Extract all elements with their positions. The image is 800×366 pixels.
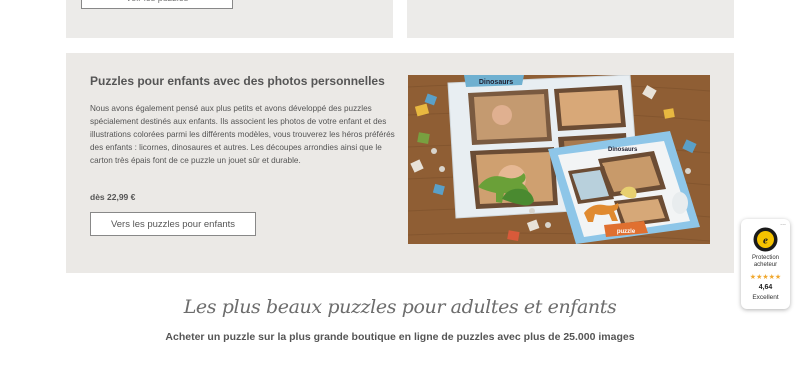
trust-badge[interactable]: ... e Protection acheteur ★★★★★ 4,64 Exc…: [741, 219, 790, 309]
top-card-left: Voir les puzzles: [66, 0, 393, 38]
puzzle-two-title: Dinosaurs: [608, 147, 638, 153]
trusted-shops-icon: e: [753, 227, 778, 252]
buyer-protection-label: Protection acheteur: [751, 255, 779, 268]
svg-text:e: e: [763, 235, 768, 247]
section-subheading: Acheter un puzzle sur la plus grande bou…: [165, 331, 635, 343]
kids-puzzle-panel: Puzzles pour enfants avec des photos per…: [66, 53, 734, 273]
rating-text: Excellent: [752, 294, 779, 301]
top-card-right: [407, 0, 734, 38]
rating-score: 4,64: [758, 284, 773, 291]
panel-description: Nous avons également pensé aux plus peti…: [90, 104, 395, 165]
puzzle-brand: puzzle: [617, 229, 636, 235]
kids-puzzle-photo[interactable]: Dinosaurs puzzle Dinosaurs: [408, 75, 710, 244]
more-options-icon[interactable]: ...: [780, 220, 786, 227]
puzzle-one-title: Dinosaurs: [479, 79, 513, 86]
kids-puzzles-button[interactable]: Vers les puzzles pour enfants: [90, 212, 256, 236]
panel-title: Puzzles pour enfants avec des photos per…: [90, 74, 385, 88]
price-label: dès 22,99 €: [90, 192, 136, 202]
rating-stars: ★★★★★: [749, 274, 782, 281]
top-card-button[interactable]: Voir les puzzles: [81, 0, 233, 9]
section-heading: Les plus beaux puzzles pour adultes et e…: [183, 296, 617, 318]
